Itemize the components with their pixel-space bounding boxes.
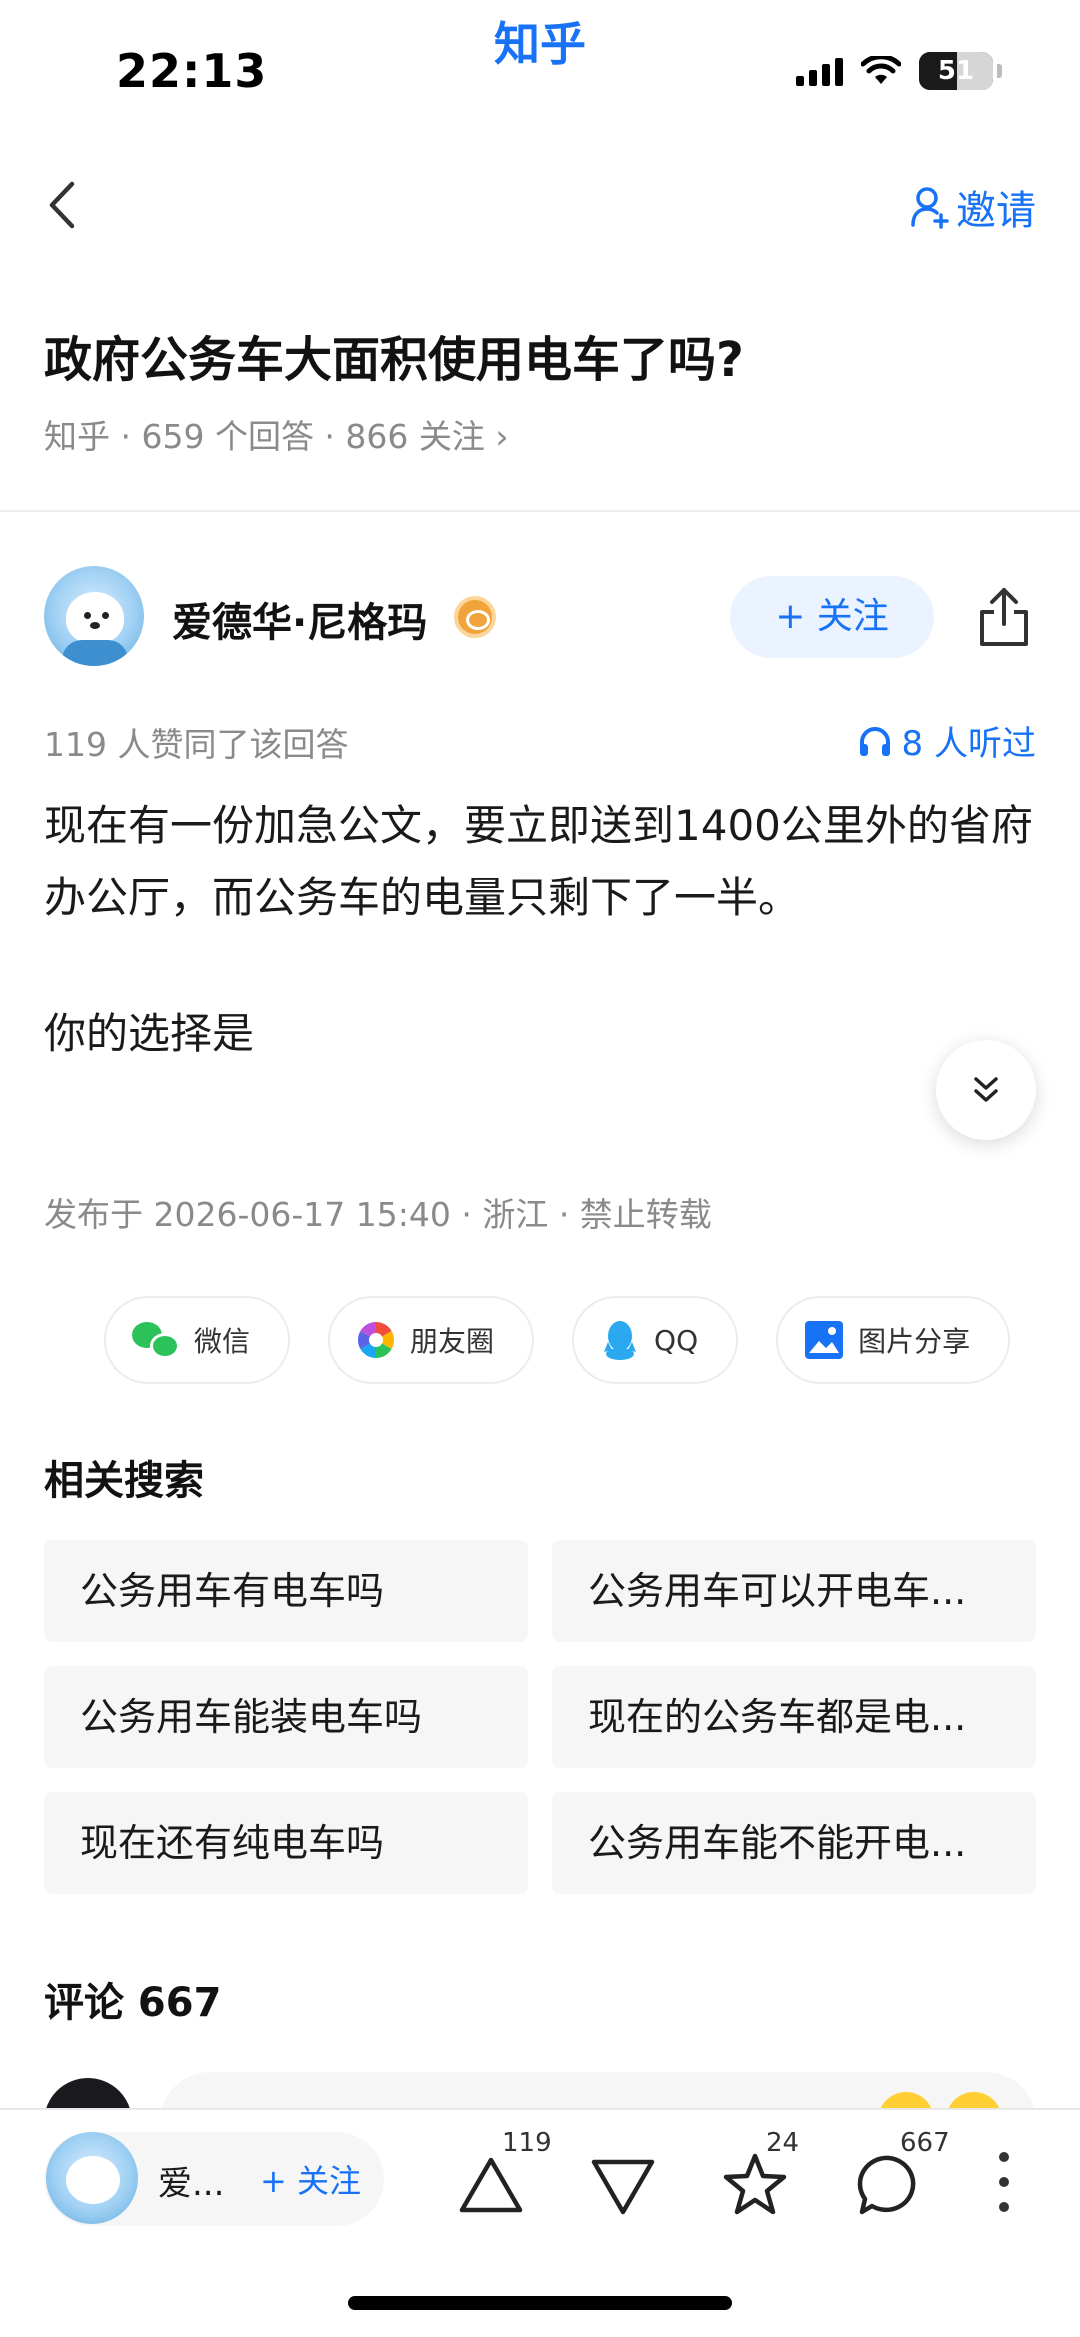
comment-icon — [857, 2155, 916, 2215]
share-moments-button[interactable]: 朋友圈 — [328, 1296, 535, 1384]
related-searches-title: 相关搜索 — [44, 1458, 204, 1504]
share-label: 朋友圈 — [410, 1325, 495, 1358]
wechat-icon — [132, 1320, 180, 1360]
bottom-author-avatar — [46, 2132, 138, 2224]
upvote-icon — [459, 2157, 523, 2213]
back-icon[interactable] — [42, 178, 82, 232]
favorite-count: 24 — [766, 2128, 800, 2158]
related-search-item[interactable]: 现在还有纯电车吗 — [44, 1792, 528, 1894]
likes-count-text: 119 人赞同了该回答 — [44, 725, 349, 764]
status-icons: 51 — [796, 52, 1002, 90]
comments-title: 评论 667 — [44, 1980, 222, 2026]
qq-icon — [604, 1321, 637, 1360]
question-title[interactable]: 政府公务车大面积使用电车了吗? — [44, 320, 744, 390]
headphones-icon — [859, 726, 890, 756]
author-row: 爱德华·尼格玛 + 关注 — [44, 566, 1044, 666]
comment-count: 667 — [900, 2128, 950, 2158]
double-chevron-down-icon — [974, 1077, 998, 1102]
share-wechat-button[interactable]: 微信 — [104, 1296, 291, 1384]
share-icon[interactable] — [974, 584, 1034, 650]
bottom-author-chip[interactable]: 爱... + 关注 — [44, 2132, 384, 2226]
divider — [0, 510, 1080, 512]
answer-paragraph: 你的选择是 — [44, 1009, 255, 1058]
image-share-icon — [805, 1321, 844, 1359]
battery-icon: 51 — [919, 52, 993, 90]
invite-person-icon — [911, 187, 949, 229]
follow-button[interactable]: + 关注 — [730, 576, 934, 658]
listen-count: 8 人听过 — [901, 724, 1036, 764]
battery-level: 51 — [937, 56, 975, 86]
publish-info: 发布于 2026-06-17 15:40 · 浙江 · 禁止转载 — [44, 1195, 712, 1234]
share-image-button[interactable]: 图片分享 — [776, 1296, 1011, 1384]
answer-paragraph: 现在有一份加急公文，要立即送到1400公里外的省府办公厅，而公务车的电量只剩下了… — [44, 801, 1033, 922]
collapse-button[interactable] — [936, 1040, 1036, 1140]
share-label: 微信 — [194, 1325, 251, 1358]
nav-bar: 邀请 — [0, 160, 1080, 250]
author-name[interactable]: 爱德华·尼格玛 — [172, 590, 427, 648]
more-options-icon[interactable] — [996, 2152, 1012, 2212]
question-meta[interactable]: 知乎 · 659 个回答 · 866 关注 › — [44, 410, 509, 458]
author-badge-icon[interactable] — [454, 596, 496, 638]
share-options: 微信 朋友圈 QQ 图片分享 — [104, 1296, 1011, 1384]
related-search-item[interactable]: 现在的公务车都是电... — [552, 1666, 1036, 1768]
author-avatar[interactable] — [44, 566, 144, 666]
share-qq-button[interactable]: QQ — [572, 1296, 739, 1384]
related-search-item[interactable]: 公务用车有电车吗 — [44, 1540, 528, 1642]
related-search-item[interactable]: 公务用车能不能开电... — [552, 1792, 1036, 1894]
battery-tip — [997, 64, 1002, 78]
invite-button[interactable]: 邀请 — [910, 178, 1036, 236]
listen-button[interactable]: 8 人听过 — [858, 716, 1036, 765]
moments-icon — [358, 1322, 395, 1358]
upvote-count: 119 — [502, 2128, 552, 2158]
bottom-author-name: 爱... — [158, 2164, 225, 2204]
share-label: 图片分享 — [858, 1325, 971, 1358]
comment-button[interactable]: 667 — [854, 2128, 950, 2220]
bottom-follow-button[interactable]: + 关注 — [260, 2156, 361, 2202]
downvote-button[interactable] — [588, 2150, 658, 2220]
upvote-button[interactable]: 119 — [456, 2128, 552, 2220]
related-search-item[interactable]: 公务用车能装电车吗 — [44, 1666, 528, 1768]
answer-content: 现在有一份加急公文，要立即送到1400公里外的省府办公厅，而公务车的电量只剩下了… — [44, 790, 1034, 1070]
wifi-icon — [861, 56, 901, 84]
favorite-button[interactable]: 24 — [720, 2128, 799, 2220]
cellular-signal-icon — [796, 56, 843, 86]
related-search-item[interactable]: 公务用车可以开电车... — [552, 1540, 1036, 1642]
home-indicator — [348, 2296, 732, 2310]
related-searches-grid: 公务用车有电车吗 公务用车可以开电车... 公务用车能装电车吗 现在的公务车都是… — [44, 1540, 1036, 1894]
share-label: QQ — [654, 1323, 699, 1357]
invite-label: 邀请 — [956, 188, 1036, 234]
status-bar: 22:13 知乎 51 — [0, 0, 1080, 130]
downvote-icon — [591, 2159, 655, 2215]
star-icon — [723, 2153, 787, 2215]
